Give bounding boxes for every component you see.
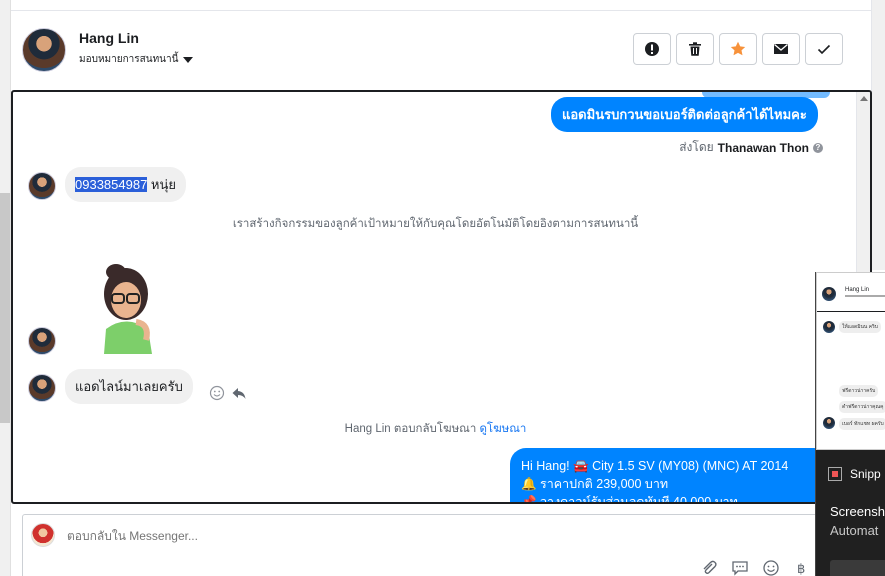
thumbnail-avatar bbox=[823, 321, 835, 333]
incoming-message[interactable]: แอดไลน์มาเลยครับ bbox=[65, 369, 193, 404]
left-scrollbar-thumb[interactable] bbox=[0, 193, 10, 423]
message-composer: ฿ bbox=[22, 514, 822, 576]
trash-icon bbox=[689, 42, 701, 56]
contact-avatar-small[interactable] bbox=[28, 172, 56, 200]
emoji-icon[interactable] bbox=[762, 559, 780, 576]
sticker-image[interactable] bbox=[88, 254, 168, 354]
sent-by-prefix: ส่งโดย bbox=[679, 140, 714, 154]
phone-suffix: หนุ่ย bbox=[147, 177, 176, 192]
thumbnail-message: เบอร์ ทักแชท ผครับ bbox=[839, 418, 885, 430]
ad-reply-note: Hang Lin ตอบกลับโฆษณา ดูโฆษณา bbox=[13, 420, 858, 438]
conversation-header: Hang Lin มอบหมายการสนทนานี้ bbox=[11, 11, 871, 89]
snip-subtitle: Automat bbox=[830, 523, 879, 538]
snip-action-button[interactable] bbox=[830, 560, 885, 576]
view-ad-link[interactable]: ดูโฆษณา bbox=[479, 423, 526, 435]
payment-icon[interactable]: ฿ bbox=[793, 559, 811, 576]
caret-down-icon bbox=[183, 56, 194, 63]
sent-by-label: ส่งโดย Thanawan Thon ? bbox=[679, 138, 823, 157]
thumbnail-message: ให้แอดมินน คริบ bbox=[839, 321, 881, 333]
star-button[interactable] bbox=[719, 33, 757, 65]
envelope-icon bbox=[774, 44, 788, 54]
check-icon bbox=[817, 44, 831, 55]
page-avatar bbox=[31, 523, 55, 547]
snip-app-row: Snipp bbox=[828, 467, 881, 481]
thumbnail-avatar bbox=[823, 417, 835, 429]
system-note: เราสร้างกิจกรรมของลูกค้าเป้าหมายให้กับคุ… bbox=[232, 218, 639, 230]
svg-text:฿: ฿ bbox=[797, 562, 805, 576]
header-actions bbox=[633, 33, 843, 65]
sent-by-name: Thanawan Thon bbox=[717, 140, 809, 155]
attachment-icon[interactable] bbox=[700, 559, 718, 576]
screenshot-thumbnail[interactable]: Hang Lin ให้แอดมินน คริบ ฟรีดาวน่าาครับ … bbox=[816, 272, 885, 450]
mark-unread-button[interactable] bbox=[762, 33, 800, 65]
contact-avatar-small[interactable] bbox=[28, 327, 56, 355]
thumbnail-divider bbox=[817, 311, 885, 312]
smiley-icon[interactable] bbox=[209, 385, 225, 401]
composer-toolbar: ฿ bbox=[700, 559, 811, 576]
scroll-up-arrow-icon[interactable] bbox=[860, 96, 868, 101]
outgoing-message[interactable]: แอดมินรบกวนขอเบอร์ติดต่อลูกค้าได้ไหมคะ bbox=[551, 97, 818, 132]
message-hover-actions bbox=[209, 385, 247, 401]
thumbnail-message: ดำฟรีดาวน่าาคุณคุ bbox=[839, 401, 885, 413]
thumbnail-message: ฟรีดาวน่าาครับ bbox=[839, 385, 879, 397]
ad-reply-text: Hang Lin ตอบกลับโฆษณา bbox=[344, 423, 480, 435]
promo-line: 📌 วางดาวน์รับส่วนลดทันที 40,000 บาท bbox=[521, 495, 738, 504]
promo-line: 🔔 ราคาปกติ 239,000 บาท bbox=[521, 477, 669, 491]
outgoing-promo-message[interactable]: Hi Hang! 🚘 City 1.5 SV (MY08) (MNC) AT 2… bbox=[510, 448, 830, 504]
thumbnail-name: Hang Lin bbox=[845, 287, 870, 293]
star-icon bbox=[730, 41, 746, 56]
message-list: แอดมินรบกวนขอเบอร์ติดต่อลูกค้าได้ไหมคะ ส… bbox=[13, 92, 858, 502]
saved-replies-icon[interactable] bbox=[731, 559, 749, 576]
contact-avatar[interactable] bbox=[22, 28, 66, 72]
contact-name[interactable]: Hang Lin bbox=[79, 30, 139, 46]
contact-avatar-small[interactable] bbox=[28, 374, 56, 402]
inbox-page: Hang Lin มอบหมายการสนทนานี้ แอดมินรบกวนข… bbox=[0, 0, 885, 576]
reply-input[interactable] bbox=[67, 529, 667, 543]
left-scrollbar[interactable] bbox=[0, 0, 11, 576]
assign-conversation-dropdown[interactable]: มอบหมายการสนทนานี้ bbox=[79, 52, 194, 67]
snipping-notification[interactable]: Hang Lin ให้แอดมินน คริบ ฟรีดาวน่าาครับ … bbox=[815, 272, 885, 576]
question-icon[interactable]: ? bbox=[813, 142, 823, 153]
incoming-message-phone[interactable]: 0933854987 หนุ่ย bbox=[65, 167, 186, 202]
phone-number[interactable]: 0933854987 bbox=[75, 177, 148, 192]
right-scrollbar[interactable] bbox=[871, 0, 885, 270]
exclamation-icon bbox=[645, 42, 659, 56]
promo-line: Hi Hang! 🚘 City 1.5 SV (MY08) (MNC) AT 2… bbox=[521, 459, 789, 473]
mark-done-button[interactable] bbox=[805, 33, 843, 65]
thumbnail-subtitle-line bbox=[845, 295, 885, 297]
message-thread[interactable]: แอดมินรบกวนขอเบอร์ติดต่อลูกค้าได้ไหมคะ ส… bbox=[11, 90, 872, 504]
snip-title: Screensh bbox=[830, 504, 885, 519]
spam-button[interactable] bbox=[633, 33, 671, 65]
delete-button[interactable] bbox=[676, 33, 714, 65]
thumbnail-avatar bbox=[822, 287, 836, 301]
assign-label: มอบหมายการสนทนานี้ bbox=[79, 54, 179, 65]
snip-app-name: Snipp bbox=[850, 467, 881, 481]
reply-icon[interactable] bbox=[231, 385, 247, 401]
snipping-tool-icon bbox=[828, 467, 842, 481]
